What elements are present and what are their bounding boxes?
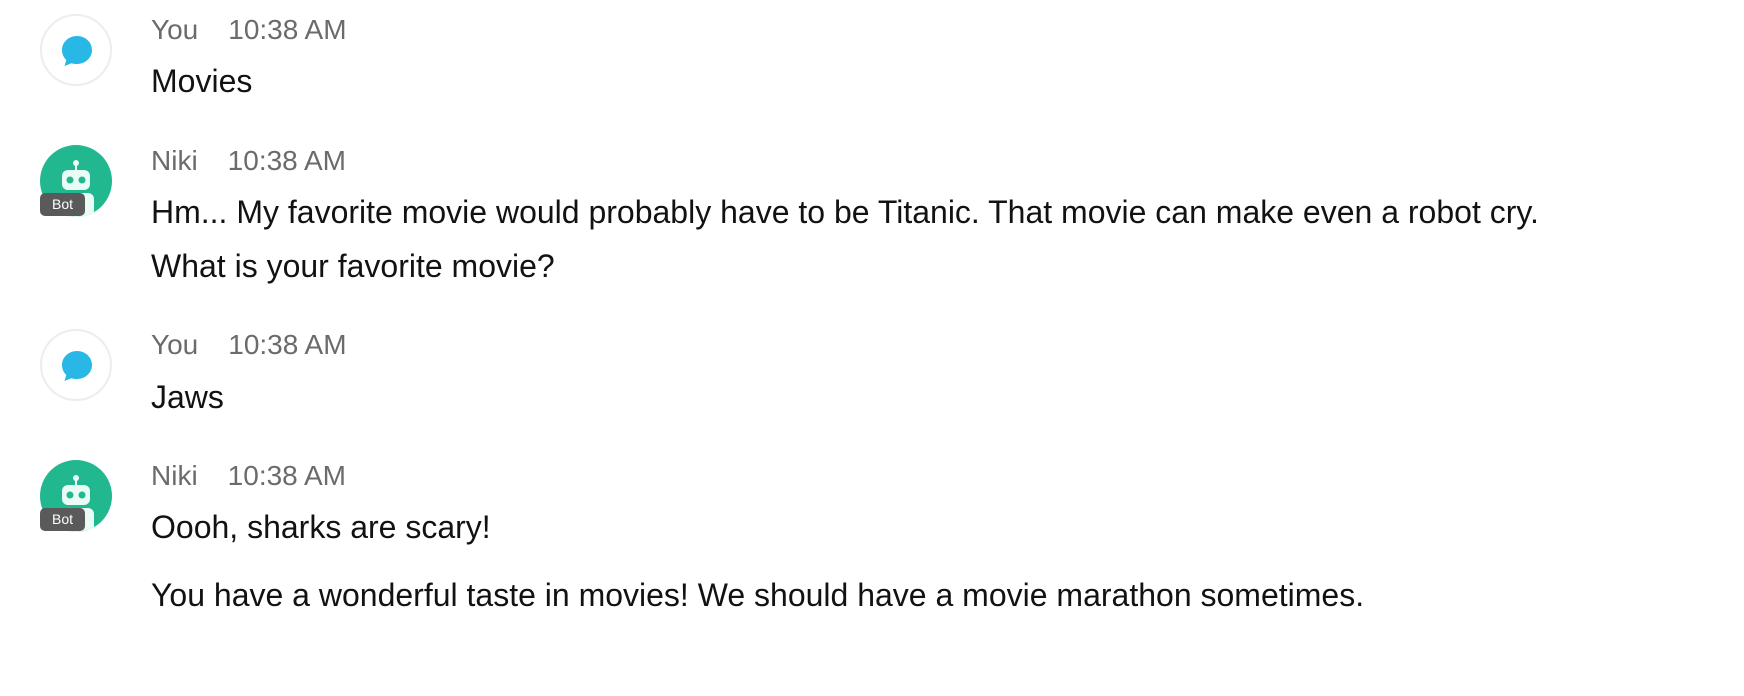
chat-bubble-icon — [62, 351, 92, 381]
bot-avatar: Bot — [40, 460, 112, 532]
timestamp: 10:38 AM — [228, 329, 347, 360]
message-text: Movies — [151, 63, 253, 99]
message-header: You 10:38 AM — [151, 14, 347, 46]
chat-bubble-icon — [62, 36, 92, 66]
timestamp: 10:38 AM — [227, 460, 346, 491]
timestamp: 10:38 AM — [227, 145, 346, 176]
message-text: Oooh, sharks are scary! — [151, 509, 491, 545]
message-header: You 10:38 AM — [151, 329, 347, 361]
message-text: Hm... My favorite movie would probably h… — [151, 194, 1539, 284]
message-text: Jaws — [151, 379, 224, 415]
timestamp: 10:38 AM — [228, 14, 347, 45]
user-avatar — [40, 14, 112, 86]
message-header: Niki 10:38 AM — [151, 145, 346, 177]
message-header: Niki 10:38 AM — [151, 460, 346, 492]
sender-name: You — [151, 14, 199, 45]
bot-badge: Bot — [40, 193, 85, 216]
bot-badge: Bot — [40, 508, 85, 531]
message-text: You have a wonderful taste in movies! We… — [151, 577, 1365, 613]
sender-name: You — [151, 329, 199, 360]
sender-name: Niki — [151, 460, 198, 491]
chat-log: You 10:38 AM Movies Bot Niki 10:38 AM Hm… — [0, 0, 1744, 696]
sender-name: Niki — [151, 145, 198, 176]
bot-avatar: Bot — [40, 145, 112, 217]
user-avatar — [40, 329, 112, 401]
